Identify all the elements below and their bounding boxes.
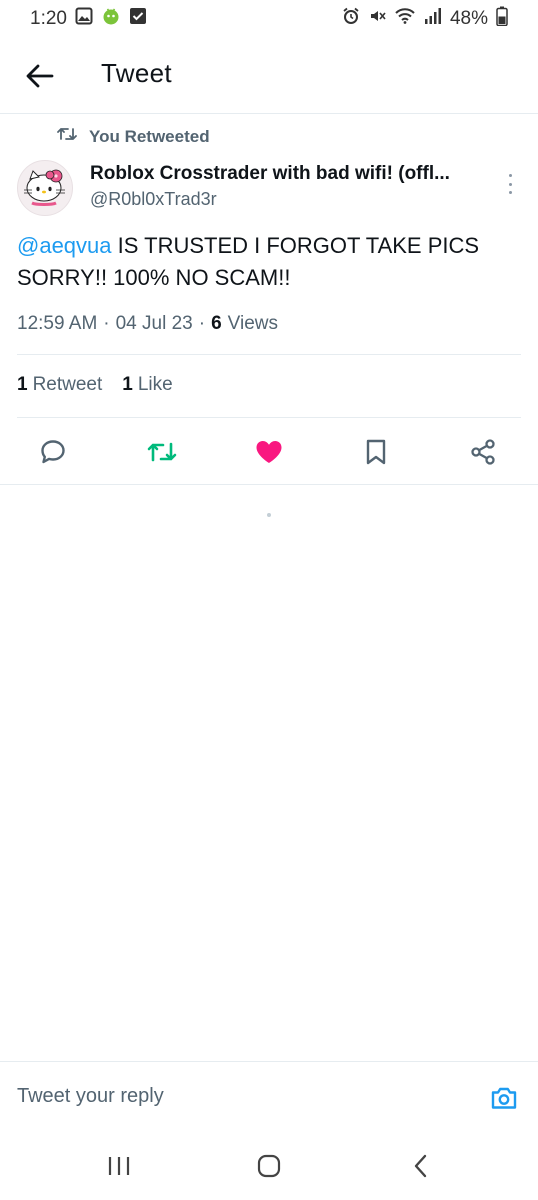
tweet-stats: 1 Retweet 1 Like xyxy=(17,374,173,396)
mention-link[interactable]: @aeqvua xyxy=(17,233,112,258)
more-options-icon[interactable] xyxy=(502,172,518,196)
checkbox-icon xyxy=(129,7,147,31)
battery-icon xyxy=(496,6,508,32)
arrow-left-icon[interactable] xyxy=(24,60,56,92)
status-right: 48% xyxy=(342,6,508,32)
alarm-icon xyxy=(342,7,360,31)
tweet-text: @aeqvua IS TRUSTED I FORGOT TAKE PICS SO… xyxy=(17,230,517,294)
status-time: 1:20 xyxy=(30,8,67,29)
signal-icon xyxy=(424,7,442,31)
likes-stat[interactable]: 1 Like xyxy=(122,374,172,396)
author-handle[interactable]: @R0bl0xTrad3r xyxy=(90,189,217,210)
avatar[interactable] xyxy=(17,160,73,216)
views-label: Views xyxy=(227,313,278,334)
retweet-small-icon xyxy=(57,126,77,147)
reply-input[interactable]: Tweet your reply xyxy=(17,1085,164,1108)
tweet-actions xyxy=(0,434,538,470)
gallery-icon xyxy=(75,7,93,31)
retweets-count: 1 xyxy=(17,374,28,395)
like-icon[interactable] xyxy=(251,434,287,470)
likes-label: Like xyxy=(137,374,173,395)
system-nav-bar xyxy=(0,1135,538,1200)
divider xyxy=(17,417,521,418)
app-header: Tweet xyxy=(0,38,538,114)
android-app-icon xyxy=(101,6,121,32)
tweet-time: 12:59 AM xyxy=(17,313,98,334)
retweets-stat[interactable]: 1 Retweet xyxy=(17,374,102,396)
battery-percent: 48% xyxy=(449,8,488,29)
divider xyxy=(17,354,521,355)
page-title: Tweet xyxy=(101,58,172,88)
status-left: 1:20 xyxy=(30,6,147,32)
wifi-icon xyxy=(394,7,416,31)
loading-indicator xyxy=(267,513,271,517)
status-bar: 1:20 48% xyxy=(0,0,538,38)
likes-count: 1 xyxy=(122,374,133,395)
retweets-label: Retweet xyxy=(32,374,103,395)
camera-icon[interactable] xyxy=(489,1083,519,1113)
meta-separator: · xyxy=(103,313,110,334)
tweet-meta: 12:59 AM · 04 Jul 23 · 6 Views xyxy=(17,313,278,335)
mute-icon xyxy=(368,7,386,31)
views-count: 6 xyxy=(211,313,222,334)
tweet-date: 04 Jul 23 xyxy=(115,313,193,334)
meta-separator: · xyxy=(198,313,206,334)
retweet-icon[interactable] xyxy=(144,434,180,470)
section-divider xyxy=(0,484,538,485)
author-display-name[interactable]: Roblox Crosstrader with bad wifi! (offl.… xyxy=(90,163,490,185)
retweet-indicator[interactable]: You Retweeted xyxy=(57,126,210,147)
back-icon[interactable] xyxy=(406,1151,436,1181)
share-icon[interactable] xyxy=(465,434,501,470)
reply-icon[interactable] xyxy=(35,434,71,470)
retweet-indicator-label: You Retweeted xyxy=(89,126,210,146)
recents-icon[interactable] xyxy=(104,1151,134,1181)
home-icon[interactable] xyxy=(254,1151,284,1181)
bookmark-icon[interactable] xyxy=(358,434,394,470)
